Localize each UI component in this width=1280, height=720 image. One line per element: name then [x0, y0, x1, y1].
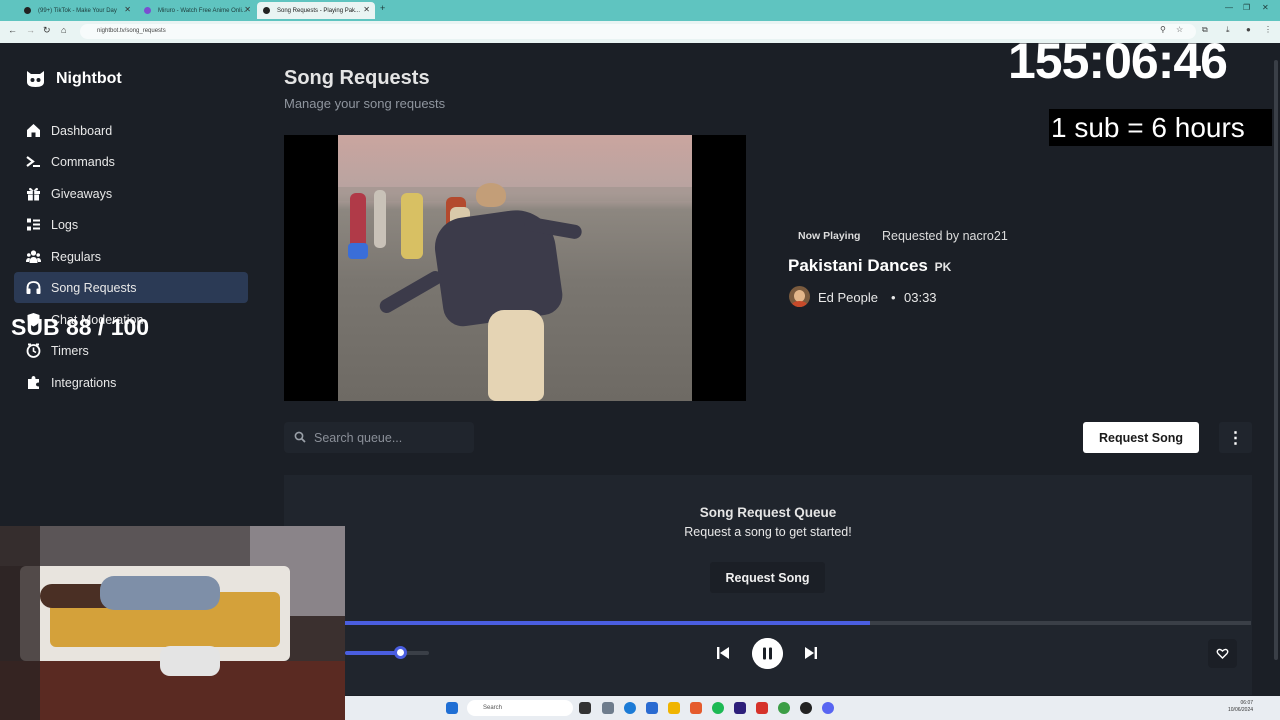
tiktok-icon [24, 7, 31, 14]
minimize-icon[interactable]: — [1225, 3, 1233, 12]
sidebar-item-label: Commands [51, 154, 115, 169]
scrollbar-thumb[interactable] [1274, 60, 1278, 660]
settings-icon[interactable] [602, 702, 614, 714]
video-player[interactable] [284, 135, 746, 401]
country-flag: PK [934, 260, 952, 274]
maximize-icon[interactable]: ❐ [1243, 3, 1250, 12]
puzzle-icon [28, 376, 39, 389]
artist-avatar [789, 286, 810, 307]
brave-icon[interactable] [690, 702, 702, 714]
sidebar-item-label: Dashboard [51, 123, 113, 138]
new-tab-button[interactable]: + [380, 3, 385, 13]
back-icon[interactable]: ← [8, 25, 17, 35]
list-icon [27, 218, 40, 231]
sidebar-item-label: Regulars [51, 249, 102, 264]
gift-icon [27, 187, 40, 201]
headphones-icon [26, 281, 41, 294]
store-icon[interactable] [646, 702, 658, 714]
next-track-icon[interactable] [801, 643, 821, 663]
more-options-icon[interactable]: ⋮ [1219, 422, 1252, 453]
previous-track-icon[interactable] [713, 643, 733, 663]
clock-icon [26, 343, 41, 358]
terminal-icon [26, 156, 40, 167]
chrome-icon[interactable] [778, 702, 790, 714]
page-subtitle: Manage your song requests [284, 96, 446, 111]
profile-avatar[interactable]: ● [1246, 25, 1251, 34]
brand-name: Nightbot [56, 70, 122, 87]
obs-icon[interactable] [800, 702, 812, 714]
sidebar-item-integrations[interactable]: Integrations [14, 367, 248, 398]
sidebar-item-label: Integrations [51, 375, 117, 390]
progress-fill [345, 621, 871, 625]
sidebar-item-dashboard[interactable]: Dashboard [14, 115, 248, 146]
browser-tab-tiktok[interactable]: (99+) TikTok - Make Your Day ✕ [18, 2, 136, 19]
search-input[interactable] [314, 430, 464, 446]
discord-icon[interactable] [822, 702, 834, 714]
heart-icon [1216, 648, 1229, 659]
requested-by-label: Requested by nacro21 [882, 229, 1008, 243]
antivirus-icon[interactable] [756, 702, 768, 714]
separator-dot: • [891, 290, 896, 305]
close-tab-icon[interactable]: ✕ [363, 5, 370, 14]
spotify-icon[interactable] [712, 702, 724, 714]
sidebar-item-song-requests[interactable]: Song Requests [14, 272, 248, 303]
favorite-button[interactable] [1208, 639, 1237, 668]
subathon-timer: 155:06:46 [1008, 33, 1228, 89]
close-tab-icon[interactable]: ✕ [124, 5, 131, 14]
forward-icon[interactable]: → [26, 25, 35, 35]
home-browser-icon[interactable]: ⌂ [61, 25, 66, 35]
premiere-icon[interactable] [734, 702, 746, 714]
song-title: Pakistani Dances PK [788, 256, 951, 276]
clock-time: 06:07 [1240, 700, 1254, 706]
users-icon [26, 250, 41, 263]
sidebar-item-giveaways[interactable]: Giveaways [14, 178, 248, 209]
browser-tab-song-requests[interactable]: Song Requests - Playing Pak... ✕ [257, 2, 375, 19]
nightbot-logo-icon [27, 71, 44, 87]
webcam-feed [0, 526, 345, 720]
taskbar-clock[interactable]: 06:07 10/06/2024 [1228, 700, 1253, 714]
home-icon [27, 124, 40, 137]
start-icon[interactable] [446, 702, 458, 714]
sidebar-item-label: Logs [51, 217, 79, 232]
clock-date: 10/06/2024 [1228, 707, 1254, 713]
nightbot-tab-icon [263, 7, 270, 14]
sub-rate-banner: 1 sub = 6 hours [1049, 109, 1280, 146]
progress-bar[interactable] [345, 621, 1251, 625]
sidebar-item-logs[interactable]: Logs [14, 209, 248, 240]
page-title: Song Requests [284, 67, 430, 89]
taskbar-search[interactable]: Search [467, 700, 573, 716]
sidebar-item-label: Timers [51, 343, 89, 358]
video-frame [338, 135, 692, 401]
queue-empty-message: Request a song to get started! [684, 525, 852, 539]
volume-fill [345, 651, 400, 655]
song-title-text: Pakistani Dances [788, 256, 928, 275]
close-window-icon[interactable]: ✕ [1262, 3, 1269, 12]
song-duration: 03:33 [904, 290, 937, 305]
sidebar-item-commands[interactable]: Commands [14, 146, 248, 177]
browser-menu-icon[interactable]: ⋮ [1264, 25, 1272, 34]
queue-title: Song Request Queue [699, 505, 837, 520]
reload-icon[interactable]: ↻ [43, 25, 51, 36]
sidebar-item-label: Song Requests [51, 280, 137, 295]
request-song-button[interactable]: Request Song [1083, 422, 1199, 453]
task-view-icon[interactable] [579, 702, 591, 714]
volume-slider[interactable] [345, 646, 429, 659]
sidebar-item-label: Giveaways [51, 186, 113, 201]
browser-tab-miruro[interactable]: Miruro - Watch Free Anime Onli... ✕ [138, 2, 256, 19]
now-playing-badge: Now Playing [788, 228, 871, 245]
close-tab-icon[interactable]: ✕ [244, 5, 251, 14]
file-explorer-icon[interactable] [668, 702, 680, 714]
volume-knob[interactable] [393, 646, 407, 659]
queue-request-song-button[interactable]: Request Song [710, 562, 825, 593]
sub-goal-counter: SUB 88 / 100 [11, 314, 150, 340]
search-icon [294, 431, 306, 443]
artist-name[interactable]: Ed People [818, 290, 878, 305]
edge-icon[interactable] [624, 702, 636, 714]
pause-button[interactable] [752, 638, 783, 669]
miruro-icon [144, 7, 151, 14]
sidebar-item-regulars[interactable]: Regulars [14, 241, 248, 272]
